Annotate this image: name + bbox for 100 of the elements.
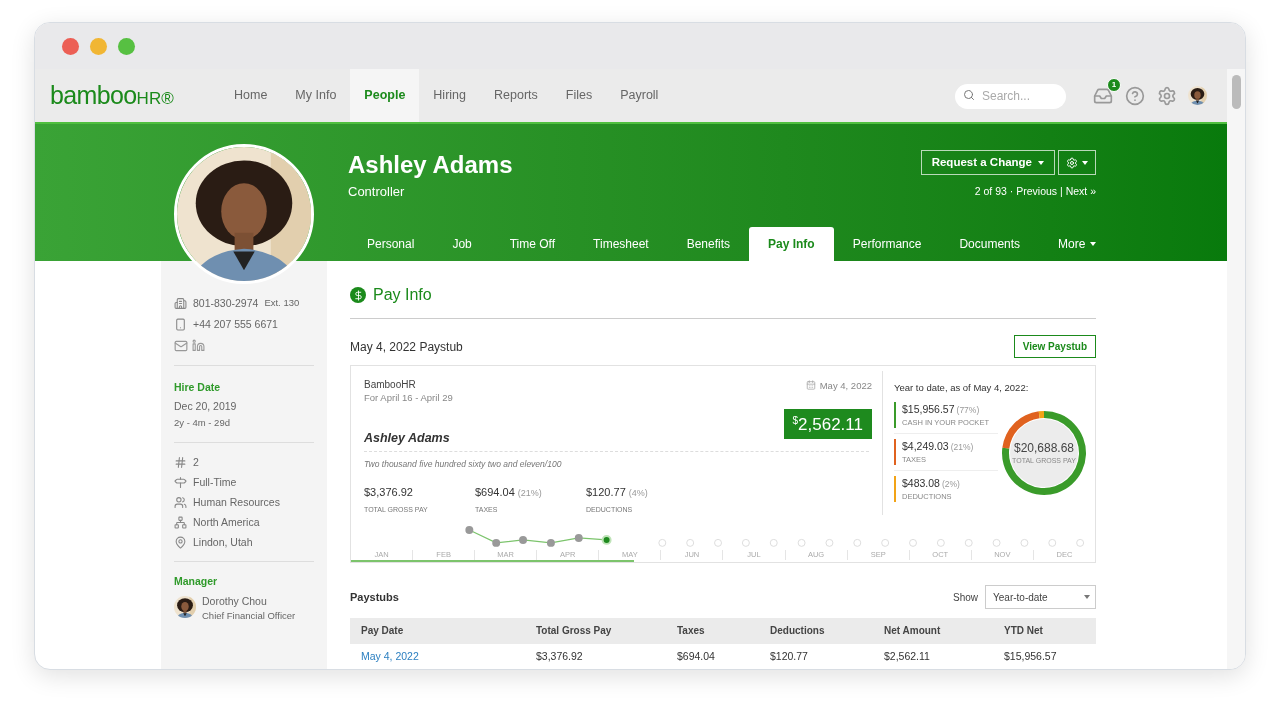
stat-amount: $120.77 (586, 485, 626, 501)
request-change-button[interactable]: Request a Change (920, 150, 1055, 175)
ytd-title: Year to date, as of May 4, 2022: (894, 381, 1030, 395)
column-header: YTD Net (1004, 624, 1044, 639)
table-cell-text: $3,376.92 (536, 648, 584, 664)
period-select[interactable]: Year-to-date (985, 585, 1096, 609)
pay-date-link[interactable]: May 4, 2022 (361, 648, 536, 665)
page-title: Pay Info (373, 285, 432, 305)
paystubs-title: Paystubs (350, 589, 399, 605)
phone-number: 801-830-2974 (193, 295, 259, 311)
manager-label: Manager (174, 573, 219, 589)
employee-name: Ashley Adams (348, 150, 513, 180)
ytd-amount: $4,249.03 (902, 439, 949, 454)
scrollbar[interactable] (1227, 69, 1245, 669)
building-icon (174, 297, 187, 310)
employee-detail: Human Resources (193, 494, 280, 510)
table-cell-text: $120.77 (770, 648, 809, 664)
ytd-percent: (2%) (941, 477, 960, 491)
nav-link[interactable]: Reports (480, 69, 552, 122)
next-link[interactable]: Next » (1065, 184, 1096, 200)
phone-extension: Ext. 130 (264, 296, 300, 311)
nav-link[interactable]: Home (220, 69, 282, 122)
logo[interactable]: bambooHR® (50, 83, 200, 108)
ytd-amount: $15,956.57 (902, 402, 955, 418)
stat-percent: (21%) (517, 487, 542, 501)
settings-icon (1066, 156, 1078, 169)
people-icon (174, 496, 187, 510)
total-gross-amount: $20,688.68 (1013, 441, 1075, 457)
ytd-amount: $483.08 (902, 475, 940, 491)
pay-period: For April 16 - April 29 (364, 391, 453, 404)
tenure: 2y - 4m - 29d (174, 415, 231, 430)
record-position: 2 of 93 · (974, 184, 1015, 199)
close-window-button[interactable] (62, 37, 79, 55)
profile-tab[interactable]: Documents (940, 227, 1040, 261)
help-icon[interactable] (1125, 85, 1145, 106)
nav-link[interactable]: Payroll (606, 69, 673, 122)
mobile-phone-icon (174, 318, 187, 331)
dollar-icon (350, 287, 366, 303)
calendar-icon (805, 380, 816, 390)
caret-icon (1084, 595, 1090, 599)
column-header: Total Gross Pay (536, 624, 613, 639)
nav-link[interactable]: People (350, 69, 420, 122)
nav-link[interactable]: Files (551, 69, 607, 122)
user-avatar[interactable] (1188, 86, 1207, 105)
employee-detail: 2 (193, 454, 199, 470)
table-cell-text: $2,562.11 (884, 648, 931, 664)
view-paystub-button[interactable]: View Paystub (1013, 335, 1096, 358)
stat-amount: $3,376.92 (364, 485, 413, 501)
ytd-percent: (21%) (950, 441, 974, 454)
caret-icon (1082, 160, 1088, 165)
net-pay-amount: $2,562.11 (783, 409, 872, 440)
link-separator: | (1059, 184, 1064, 199)
hire-date: Dec 20, 2019 (174, 398, 238, 414)
table-cell-text: $694.04 (677, 648, 716, 664)
column-header: Pay Date (361, 624, 405, 639)
pay-date: May 4, 2022 (819, 379, 872, 393)
profile-tab[interactable]: Personal (348, 227, 434, 261)
org-chart-icon (174, 516, 187, 530)
table-cell-text: $15,956.57 (1004, 648, 1058, 664)
manager-name[interactable]: Dorothy Chou (202, 593, 296, 610)
employee-detail: North America (193, 514, 260, 530)
column-header: Net Amount (884, 624, 942, 639)
maximize-window-button[interactable] (118, 37, 135, 55)
signpost-icon (174, 476, 187, 490)
show-label: Show (953, 590, 978, 605)
map-pin-icon (174, 536, 187, 550)
caret-icon (1090, 242, 1097, 246)
search-field[interactable]: Search... (955, 83, 1066, 109)
paystub-title: May 4, 2022 Paystub (350, 338, 463, 356)
profile-tab[interactable]: Time Off (490, 227, 575, 261)
minimize-window-button[interactable] (90, 37, 107, 55)
stat-percent: (4%) (628, 487, 648, 501)
profile-tab[interactable]: Performance (833, 227, 941, 261)
employee-title: Controller (348, 183, 406, 201)
settings-icon[interactable] (1157, 85, 1177, 106)
column-header: Deductions (770, 624, 826, 639)
profile-tab[interactable]: More (1039, 227, 1116, 261)
amount-in-words: Two thousand five hundred sixty two and eleven/100 (364, 458, 563, 472)
payee-name: Ashley Adams (364, 429, 450, 447)
profile-tab[interactable]: Job (433, 227, 491, 261)
profile-tab[interactable]: Benefits (667, 227, 749, 261)
nav-link[interactable]: Hiring (419, 69, 480, 122)
manager-title: Chief Financial Officer (202, 609, 296, 624)
phone-number: +44 207 555 6671 (193, 316, 278, 332)
profile-tab[interactable]: Timesheet (574, 227, 668, 261)
caret-icon (1038, 160, 1044, 165)
previous-link[interactable]: Previous (1016, 184, 1058, 200)
settings-menu-button[interactable] (1058, 150, 1096, 175)
stat-amount: $694.04 (475, 485, 515, 501)
profile-tab[interactable]: Pay Info (749, 227, 834, 261)
employee-detail: Full-Time (193, 474, 237, 490)
linkedin-icon[interactable] (192, 339, 205, 352)
employee-detail: Lindon, Utah (193, 534, 253, 550)
nav-link[interactable]: My Info (281, 69, 351, 122)
search-icon (963, 89, 975, 101)
notification-badge: 1 (1107, 77, 1121, 92)
email-icon[interactable] (174, 339, 188, 353)
column-header: Taxes (677, 624, 706, 639)
ytd-percent: (77%) (956, 404, 980, 417)
hash-icon (174, 456, 187, 470)
